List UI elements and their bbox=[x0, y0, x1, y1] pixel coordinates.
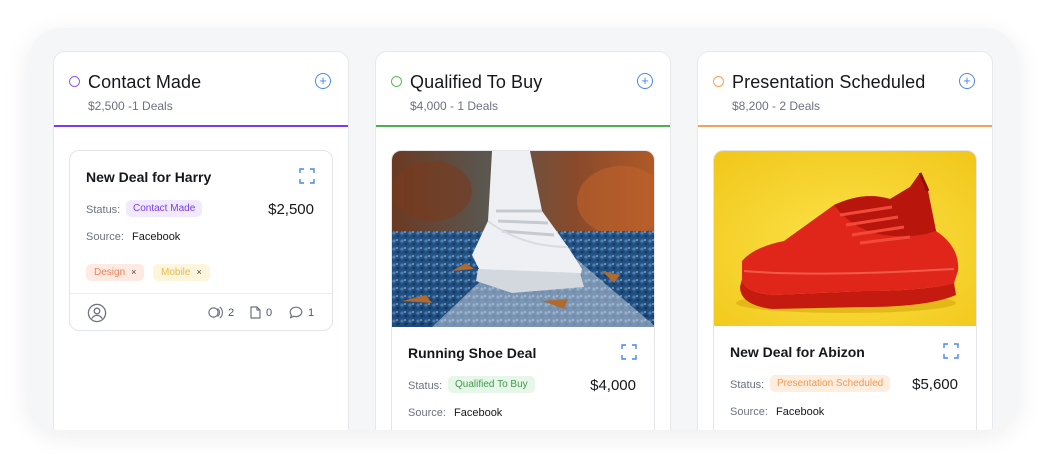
column-presentation-scheduled: Presentation Scheduled $8,200 - 2 Deals … bbox=[697, 51, 993, 430]
column-title: Qualified To Buy bbox=[410, 72, 543, 92]
column-contact-made: Contact Made $2,500 -1 Deals + New Deal … bbox=[53, 51, 349, 430]
deal-amount: $2,500 bbox=[268, 201, 314, 218]
column-summary: $4,000 - 1 Deals bbox=[410, 99, 499, 113]
column-qualified-to-buy: Qualified To Buy $4,000 - 1 Deals + Runn… bbox=[375, 51, 671, 430]
stage-dot-icon bbox=[713, 76, 724, 87]
column-title: Contact Made bbox=[88, 72, 202, 92]
white-running-shoe-photo bbox=[392, 151, 654, 327]
deal-card[interactable]: New Deal for Abizon Status: Presentation… bbox=[713, 150, 977, 430]
add-deal-icon[interactable]: + bbox=[959, 73, 975, 89]
status-badge: Qualified To Buy bbox=[448, 376, 535, 393]
comment-count: 1 bbox=[308, 306, 315, 319]
status-badge: Contact Made bbox=[126, 200, 203, 217]
card-footer: 2 0 1 bbox=[70, 293, 332, 330]
deal-title: Running Shoe Deal bbox=[408, 345, 537, 361]
column-title: Presentation Scheduled bbox=[732, 72, 926, 92]
tag-label: Mobile bbox=[161, 267, 191, 278]
source-value: Facebook bbox=[132, 231, 181, 243]
source-label: Source: bbox=[408, 407, 446, 419]
deal-title: New Deal for Abizon bbox=[730, 344, 865, 360]
deal-title: New Deal for Harry bbox=[86, 169, 212, 185]
source-value: Facebook bbox=[454, 407, 503, 419]
column-header: Qualified To Buy $4,000 - 1 Deals + bbox=[376, 52, 670, 127]
deal-amount: $5,600 bbox=[912, 376, 958, 393]
status-label: Status: bbox=[86, 204, 121, 216]
column-summary: $2,500 -1 Deals bbox=[88, 99, 173, 113]
status-badge: Presentation Scheduled bbox=[770, 375, 891, 392]
file-icon bbox=[250, 306, 261, 319]
tag-label: Design bbox=[94, 267, 126, 278]
expand-icon[interactable] bbox=[943, 343, 959, 359]
deal-card[interactable]: New Deal for Harry Status: Contact Made … bbox=[69, 150, 333, 331]
comment-icon bbox=[289, 306, 303, 319]
stage-dot-icon bbox=[391, 76, 402, 87]
red-sneaker-photo bbox=[714, 151, 976, 326]
deal-amount: $4,000 bbox=[590, 377, 636, 394]
status-label: Status: bbox=[408, 380, 443, 392]
source-label: Source: bbox=[86, 231, 124, 243]
voice-count: 2 bbox=[228, 306, 235, 319]
user-avatar-icon[interactable] bbox=[87, 303, 107, 323]
tag-mobile[interactable]: Mobile × bbox=[153, 264, 210, 281]
deal-card[interactable]: Running Shoe Deal Status: Qualified To B… bbox=[391, 150, 655, 430]
remove-tag-icon[interactable]: × bbox=[196, 267, 201, 277]
voice-icon bbox=[208, 306, 223, 319]
file-count: 0 bbox=[266, 306, 273, 319]
tag-design[interactable]: Design × bbox=[86, 264, 145, 281]
source-label: Source: bbox=[730, 406, 768, 418]
remove-tag-icon[interactable]: × bbox=[131, 267, 136, 277]
pipeline-board: Contact Made $2,500 -1 Deals + New Deal … bbox=[28, 28, 1018, 430]
files-count[interactable]: 0 bbox=[250, 306, 272, 319]
add-deal-icon[interactable]: + bbox=[637, 73, 653, 89]
status-label: Status: bbox=[730, 379, 765, 391]
add-deal-icon[interactable]: + bbox=[315, 73, 331, 89]
column-summary: $8,200 - 2 Deals bbox=[732, 99, 821, 113]
stage-dot-icon bbox=[69, 76, 80, 87]
comments-count[interactable]: 1 bbox=[289, 306, 314, 319]
expand-icon[interactable] bbox=[621, 344, 637, 360]
source-value: Facebook bbox=[776, 406, 825, 418]
expand-icon[interactable] bbox=[299, 168, 315, 184]
column-header: Contact Made $2,500 -1 Deals + bbox=[54, 52, 348, 127]
column-header: Presentation Scheduled $8,200 - 2 Deals … bbox=[698, 52, 992, 127]
voice-notes-count[interactable]: 2 bbox=[208, 306, 234, 319]
